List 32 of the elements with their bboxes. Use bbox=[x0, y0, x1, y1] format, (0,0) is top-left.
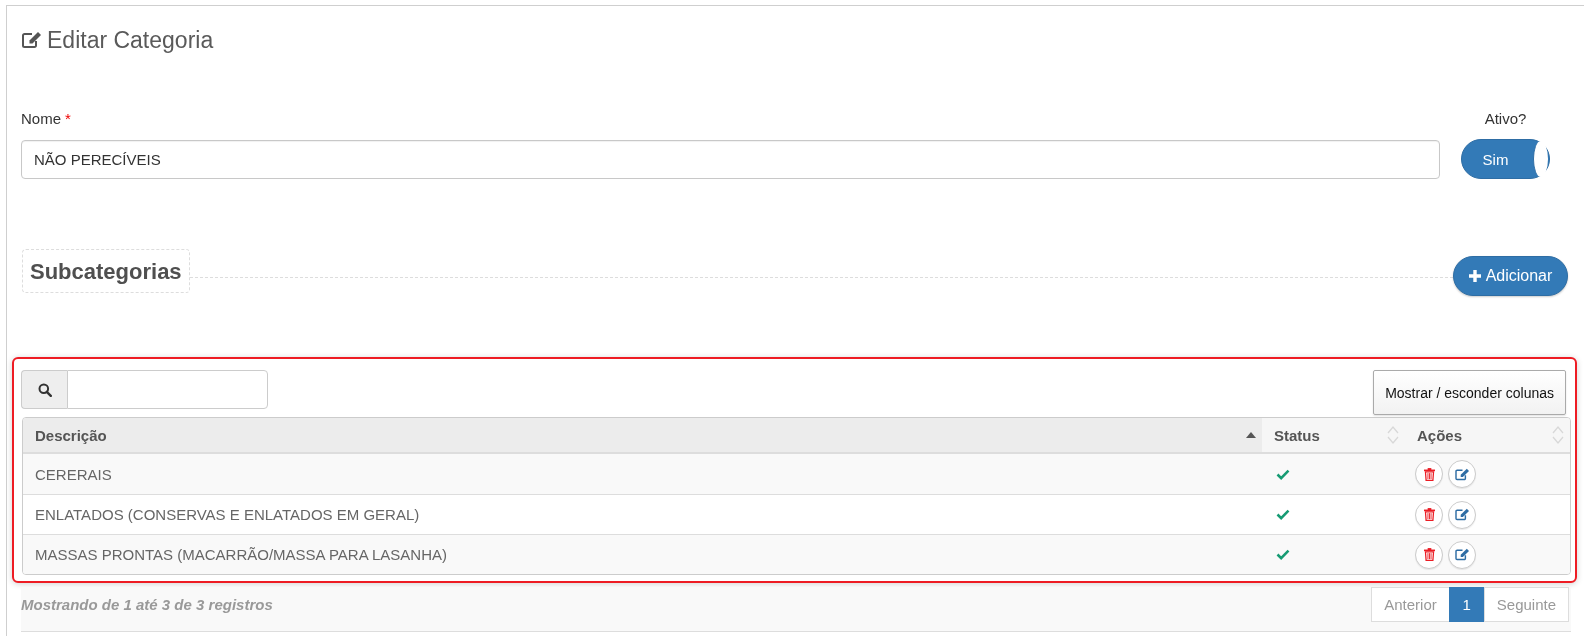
page-title: Editar Categoria bbox=[47, 27, 214, 53]
section-heading: Subcategorias bbox=[22, 249, 190, 293]
edit-button[interactable] bbox=[1448, 500, 1476, 529]
edit-button[interactable] bbox=[1448, 460, 1476, 488]
edit-icon bbox=[1454, 508, 1470, 521]
plus-icon bbox=[1468, 270, 1481, 282]
column-header[interactable]: Status bbox=[1262, 418, 1405, 454]
columns-toggle-button[interactable]: Mostrar / esconder colunas bbox=[1373, 370, 1566, 415]
edit-icon bbox=[1454, 467, 1470, 481]
search-icon bbox=[37, 382, 52, 397]
column-header[interactable]: Ações bbox=[1405, 418, 1570, 454]
delete-button[interactable] bbox=[1415, 540, 1443, 569]
search-field[interactable] bbox=[21, 370, 268, 409]
trash-icon bbox=[1423, 508, 1435, 521]
edit-icon bbox=[1454, 548, 1470, 561]
field-label: Nome bbox=[21, 110, 61, 128]
add-button[interactable]: Adicionar bbox=[1453, 256, 1568, 296]
records-info: Mostrando de 1 até 3 de 3 registros bbox=[21, 596, 273, 613]
delete-button[interactable] bbox=[1415, 460, 1443, 488]
active-toggle[interactable]: Sim bbox=[1461, 139, 1550, 179]
trash-icon bbox=[1423, 548, 1435, 561]
edit-button[interactable] bbox=[1448, 540, 1476, 569]
column-header[interactable]: Descrição bbox=[23, 418, 1262, 454]
trash-icon bbox=[1423, 467, 1435, 481]
table-cell: MASSAS PRONTAS (MACARRÃO/MASSA PARA LASANHA) bbox=[23, 534, 1262, 574]
name-input[interactable]: NÃO PERECÍVEIS bbox=[21, 140, 1440, 179]
delete-button[interactable] bbox=[1415, 500, 1443, 529]
table-cell: CERERAIS bbox=[23, 454, 1262, 494]
required-mark: * bbox=[65, 110, 71, 128]
page-button[interactable]: 1 bbox=[1448, 587, 1485, 622]
edit-icon bbox=[22, 31, 42, 49]
field-label: Ativo? bbox=[1484, 110, 1527, 128]
